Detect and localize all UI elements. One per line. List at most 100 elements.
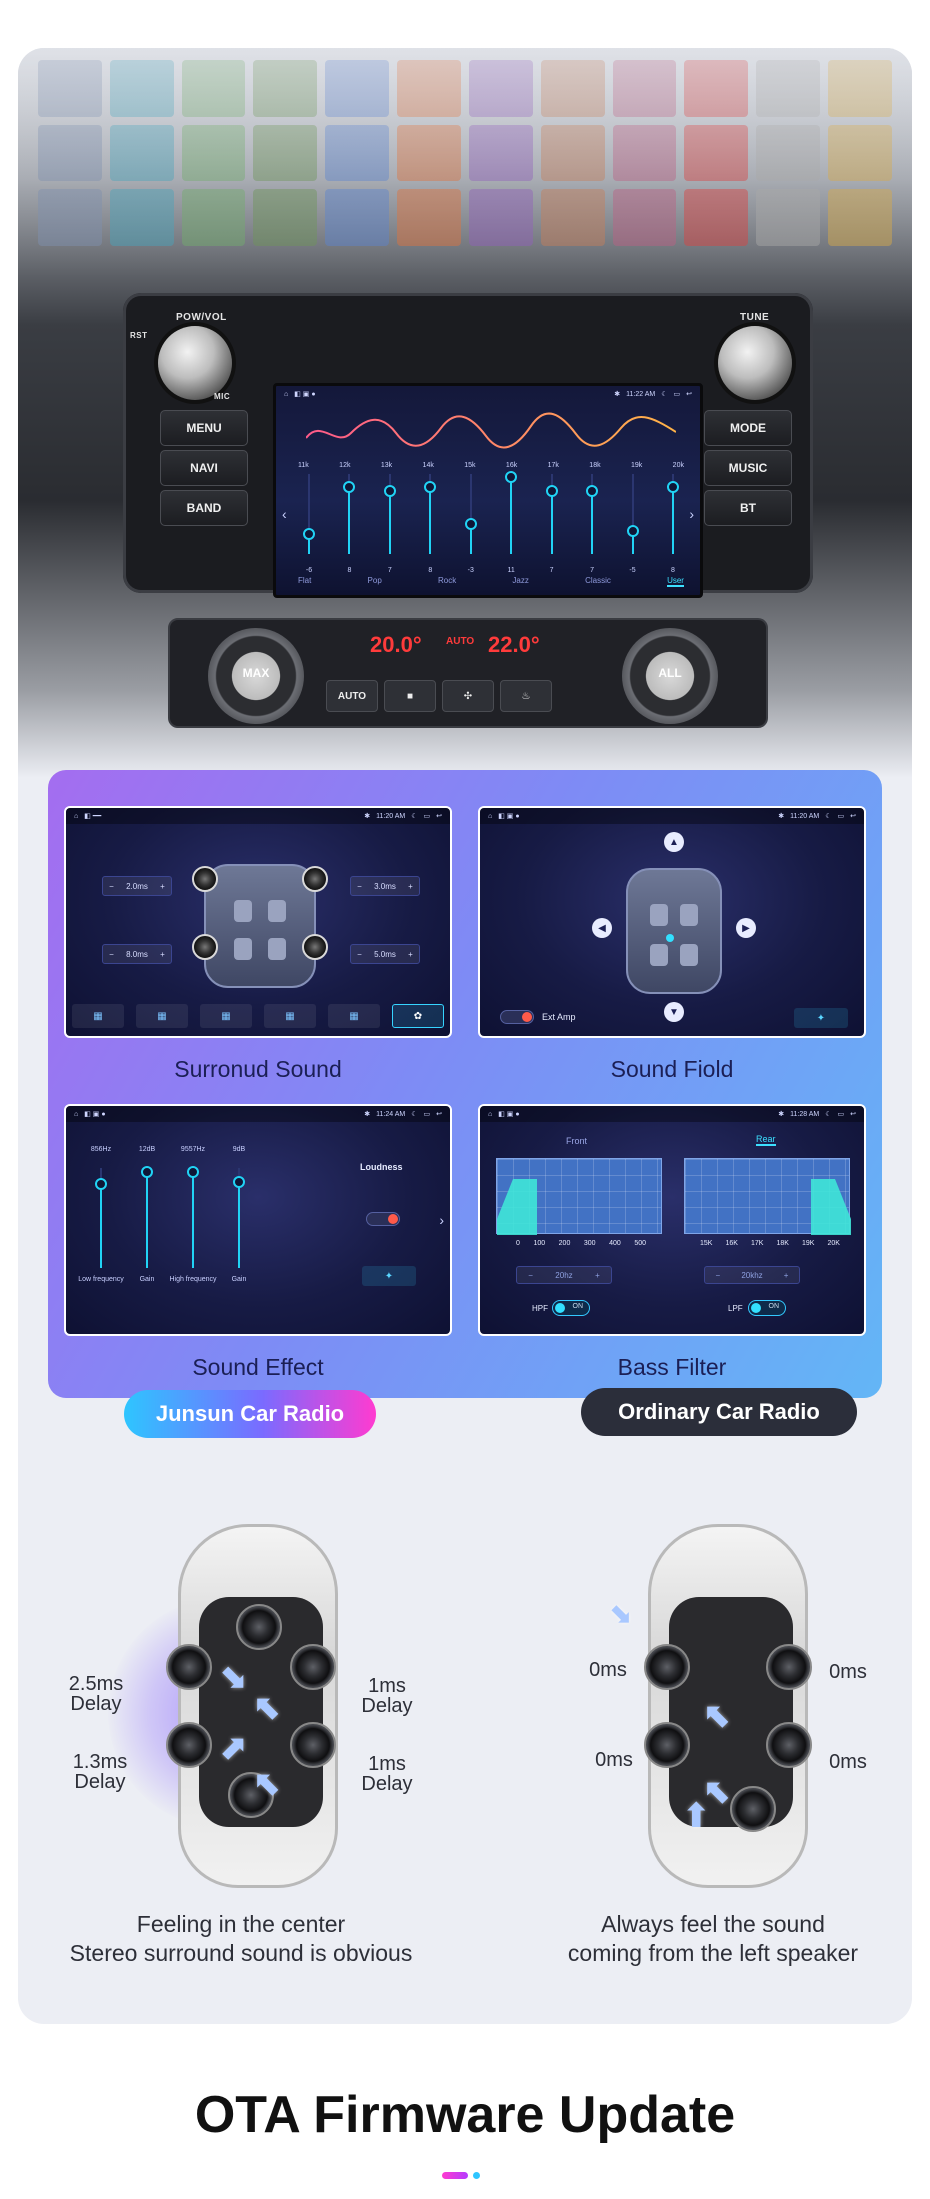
preset-button[interactable]: ▦ [200,1004,252,1028]
window-icon[interactable]: ▭ [838,1110,845,1118]
arrow-down-icon[interactable]: ▼ [664,1002,684,1022]
menu-button[interactable]: MENU [160,410,248,446]
delay-chip-rear-right[interactable]: −5.0ms + [350,944,420,964]
moon-icon[interactable]: ☾ [411,812,417,820]
moon-icon[interactable]: ☾ [661,390,667,398]
eq-slider-thumb[interactable] [505,471,518,484]
arrow-left-icon[interactable]: ◀ [592,918,612,938]
next-arrow-icon[interactable]: › [439,1212,444,1228]
bt-button[interactable]: BT [704,490,792,526]
effect-slider[interactable] [232,1168,246,1268]
window-icon[interactable]: ▭ [424,812,431,820]
eq-preset-jazz[interactable]: Jazz [512,576,528,587]
eq-preset-user[interactable]: User [667,576,684,587]
effect-slider-thumb[interactable] [187,1166,199,1178]
eq-preset-pop[interactable]: Pop [368,576,382,587]
mode-button[interactable]: MODE [704,410,792,446]
music-button[interactable]: MUSIC [704,450,792,486]
eq-band-slider[interactable]: 8 [338,474,360,574]
eq-band-slider[interactable]: 7 [541,474,563,574]
eq-slider-thumb[interactable] [545,484,558,497]
eq-slider-thumb[interactable] [666,481,679,494]
lpf-stepper[interactable]: −20khz + [704,1266,800,1284]
home-icon[interactable]: ⌂ [488,813,492,820]
pagination-dot-active[interactable] [442,2172,468,2179]
back-icon[interactable]: ↩ [436,1110,442,1118]
eq-band-slider[interactable]: 7 [379,474,401,574]
seat-heat-button[interactable]: ♨ [500,680,552,712]
settings-button[interactable]: ✦ [794,1008,848,1028]
fan-button[interactable]: ✣ [442,680,494,712]
preset-button[interactable]: ▦ [136,1004,188,1028]
moon-icon[interactable]: ☾ [411,1110,417,1118]
eq-band-slider[interactable]: -3 [460,474,482,574]
window-icon[interactable]: ▭ [838,812,845,820]
eq-preset-classic[interactable]: Classic [585,576,611,587]
bass-filter-tile[interactable]: ⌂ ◧ ▣ ● ✱ 11:28 AM ☾ ▭ ↩ Front Rear 0 100 200 30… [478,1104,866,1336]
eq-slider-thumb[interactable] [626,524,639,537]
sound-field-tile[interactable]: ⌂ ◧ ▣ ● ✱ 11:20 AM ☾ ▭ ↩ ▲ ◀ ▶ ▼ Ext Amp ✦ [478,806,866,1038]
eq-next-arrow[interactable]: › [689,506,694,522]
window-icon[interactable]: ▭ [674,390,681,398]
home-icon[interactable]: ⌂ [74,813,78,820]
eq-slider-thumb[interactable] [586,484,599,497]
moon-icon[interactable]: ☾ [825,812,831,820]
eq-band-slider[interactable]: 8 [662,474,684,574]
settings-button[interactable]: ✿ [392,1004,444,1028]
eq-band-slider[interactable]: 7 [581,474,603,574]
tab-rear[interactable]: Rear [756,1134,776,1146]
recirculation-button[interactable]: ■ [384,680,436,712]
eq-band-slider[interactable]: 11 [500,471,522,574]
hpf-stepper[interactable]: −20hz + [516,1266,612,1284]
auto-button[interactable]: AUTO [326,680,378,712]
eq-preset-rock[interactable]: Rock [438,576,456,587]
effect-slider-thumb[interactable] [95,1178,107,1190]
navi-button[interactable]: NAVI [160,450,248,486]
delay-chip-front-right[interactable]: −3.0ms + [350,876,420,896]
back-icon[interactable]: ↩ [686,390,692,398]
eq-band-slider[interactable]: -6 [298,474,320,574]
moon-icon[interactable]: ☾ [825,1110,831,1118]
home-icon[interactable]: ⌂ [284,391,288,398]
band-button[interactable]: BAND [160,490,248,526]
delay-chip-rear-left[interactable]: −8.0ms + [102,944,172,964]
eq-slider-thumb[interactable] [303,528,315,540]
eq-band-slider[interactable]: -5 [622,474,644,574]
effect-slider[interactable] [94,1168,108,1268]
arrow-up-icon[interactable]: ▲ [664,832,684,852]
home-icon[interactable]: ⌂ [74,1111,78,1118]
back-icon[interactable]: ↩ [850,1110,856,1118]
tab-front[interactable]: Front [566,1136,587,1146]
effect-slider-thumb[interactable] [233,1176,245,1188]
eq-slider-thumb[interactable] [383,484,396,497]
eq-prev-arrow[interactable]: ‹ [282,506,287,522]
volume-knob[interactable] [158,326,232,400]
pagination-dot[interactable] [473,2172,480,2179]
right-climate-dial[interactable]: ALL [622,628,718,724]
eq-slider-thumb[interactable] [424,481,437,494]
preset-button[interactable]: ▦ [264,1004,316,1028]
delay-chip-front-left[interactable]: −2.0ms + [102,876,172,896]
eq-slider-thumb[interactable] [464,518,477,530]
lpf-switch[interactable]: ON [748,1300,786,1316]
back-icon[interactable]: ↩ [850,812,856,820]
surround-sound-tile[interactable]: ⌂ ◧ ━━ ✱ 11:20 AM ☾ ▭ ↩ −2.0ms + −3.0ms + −8.0m… [64,806,452,1038]
back-icon[interactable]: ↩ [436,812,442,820]
effect-slider[interactable] [140,1166,154,1268]
eq-slider-thumb[interactable] [343,481,356,494]
hpf-switch[interactable]: ON [552,1300,590,1316]
window-icon[interactable]: ▭ [424,1110,431,1118]
settings-button[interactable]: ✦ [362,1266,416,1286]
ext-amp-toggle[interactable] [500,1010,534,1024]
eq-preset-flat[interactable]: Flat [298,576,311,587]
left-climate-dial[interactable]: MAX [208,628,304,724]
preset-button[interactable]: ▦ [72,1004,124,1028]
preset-button[interactable]: ▦ [328,1004,380,1028]
arrow-right-icon[interactable]: ▶ [736,918,756,938]
tune-knob[interactable] [718,326,792,400]
eq-band-slider[interactable]: 8 [419,474,441,574]
effect-slider[interactable] [186,1166,200,1268]
effect-slider-thumb[interactable] [141,1166,153,1178]
home-icon[interactable]: ⌂ [488,1111,492,1118]
sound-effect-tile[interactable]: ⌂ ◧ ▣ ● ✱ 11:24 AM ☾ ▭ ↩ 856Hz Low frequency 12… [64,1104,452,1336]
